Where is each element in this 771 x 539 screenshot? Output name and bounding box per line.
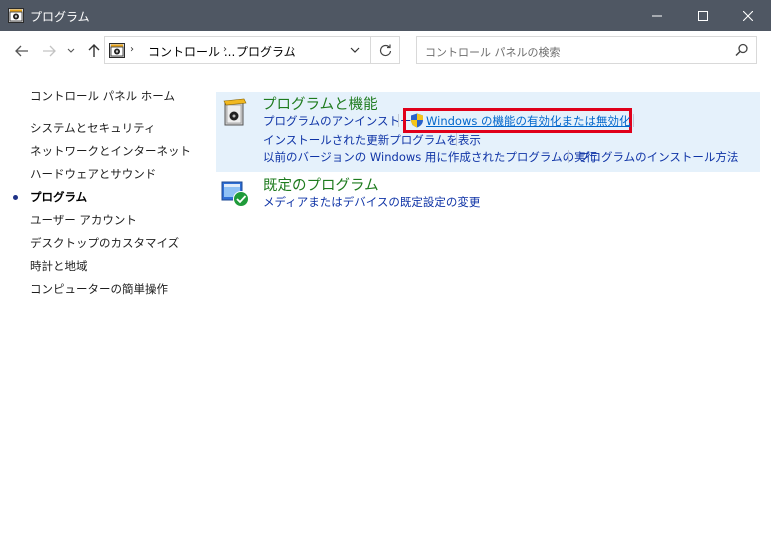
refresh-button[interactable]: [370, 37, 400, 63]
maximize-button[interactable]: [680, 0, 726, 31]
view-installed-updates-link[interactable]: インストールされた更新プログラムを表示: [263, 132, 481, 148]
address-bar[interactable]: › コントロール ... › プログラム ›: [104, 36, 400, 64]
main-content: プログラムと機能 プログラムのアンインストール Windows の機能の有効化ま…: [0, 72, 771, 539]
uac-shield-icon: [411, 113, 423, 128]
window-title: プログラム: [30, 10, 90, 24]
minimize-button[interactable]: [634, 0, 680, 31]
up-button[interactable]: [86, 41, 102, 61]
search-box[interactable]: コントロール パネルの検索: [416, 36, 757, 64]
default-programs-icon: [221, 181, 249, 207]
recent-locations-button[interactable]: [65, 41, 77, 61]
run-older-programs-link[interactable]: 以前のバージョンの Windows 用に作成されたプログラムの実行: [263, 149, 597, 165]
link-separator: [456, 133, 457, 146]
programs-features-icon: [223, 98, 247, 126]
close-icon: [743, 10, 753, 21]
up-arrow-icon: [88, 44, 100, 57]
breadcrumb-separator[interactable]: ›: [130, 44, 134, 55]
breadcrumb-separator[interactable]: ›: [223, 44, 227, 55]
how-to-install-program-link[interactable]: プログラムのインストール方法: [578, 149, 738, 165]
change-media-device-defaults-link[interactable]: メディアまたはデバイスの既定設定の変更: [263, 194, 480, 210]
navigation-bar: › コントロール ... › プログラム › コントロール パネルの検索: [0, 31, 771, 72]
windows-features-toggle-link[interactable]: Windows の機能の有効化または無効化: [426, 113, 631, 129]
address-dropdown-button[interactable]: [343, 40, 367, 60]
back-button[interactable]: [12, 41, 32, 61]
minimize-icon: [652, 15, 662, 16]
forward-arrow-icon: [43, 45, 56, 57]
link-separator: [633, 114, 634, 127]
chevron-down-icon: [350, 47, 360, 53]
link-separator: [398, 114, 399, 127]
back-arrow-icon: [15, 45, 28, 57]
control-panel-icon: [8, 8, 24, 23]
breadcrumb-separator[interactable]: ›: [291, 44, 295, 55]
search-icon[interactable]: [735, 43, 749, 57]
search-input[interactable]: コントロール パネルの検索: [425, 44, 561, 60]
maximize-icon: [698, 10, 708, 21]
forward-button[interactable]: [40, 41, 58, 61]
category-title-default-programs[interactable]: 既定のプログラム: [263, 174, 379, 195]
category-title-programs-features[interactable]: プログラムと機能: [262, 93, 378, 114]
control-panel-icon: [109, 43, 125, 58]
title-bar: プログラム: [0, 0, 771, 31]
breadcrumb-programs[interactable]: プログラム: [236, 43, 296, 60]
link-separator: [568, 150, 569, 163]
close-button[interactable]: [725, 0, 771, 31]
chevron-down-icon: [67, 48, 75, 53]
refresh-icon: [379, 44, 392, 56]
